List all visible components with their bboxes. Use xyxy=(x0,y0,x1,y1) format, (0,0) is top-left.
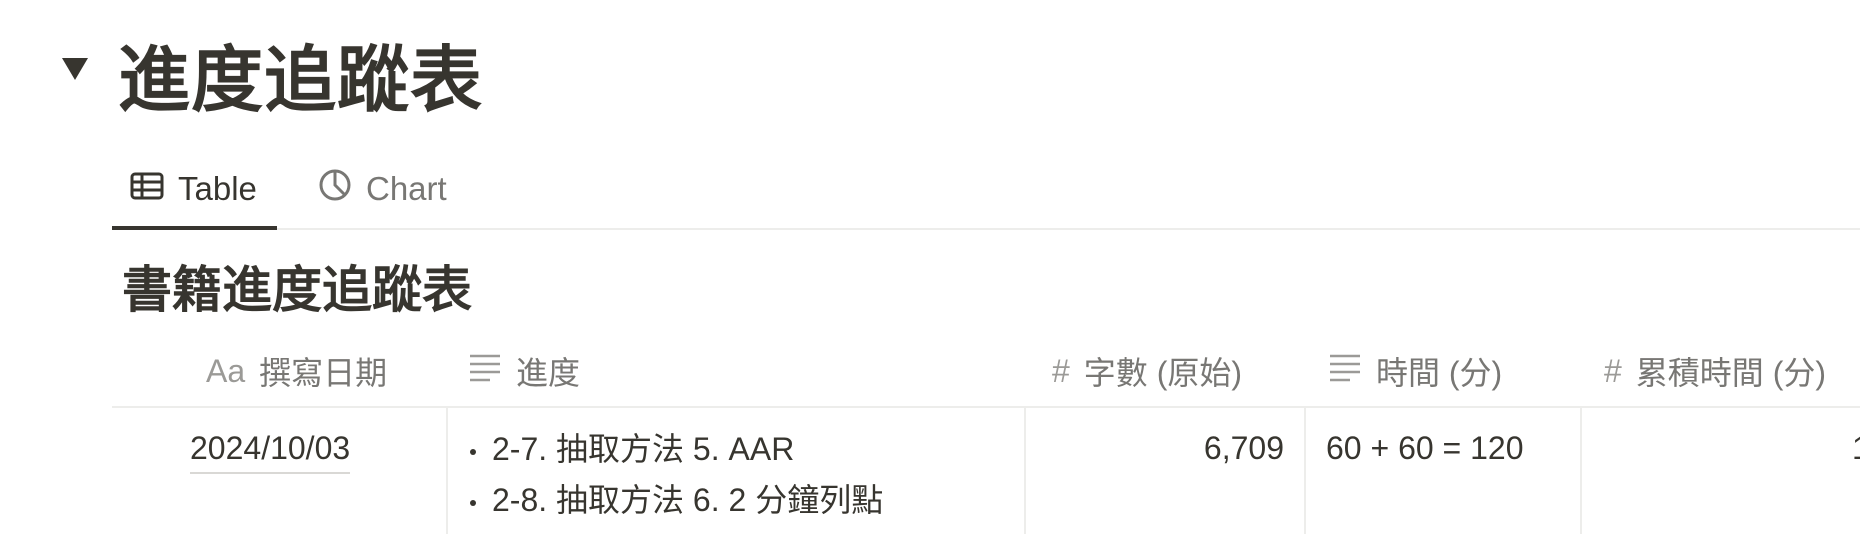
list-item: 2-7. 抽取方法 5. AAR xyxy=(470,424,1024,475)
column-header-words[interactable]: # 字數 (原始) xyxy=(1052,336,1242,406)
table-row: 2024/10/03 2-7. 抽取方法 5. AAR 2-8. 抽取方法 6.… xyxy=(112,408,1860,534)
column-label: 累積時間 (分) xyxy=(1635,355,1827,391)
tab-chart-label: Chart xyxy=(366,170,447,207)
page-title: 進度追蹤表 xyxy=(118,38,484,122)
cumulative-value: 1,060 xyxy=(1852,424,1860,472)
text-lines-icon xyxy=(468,352,502,390)
column-header-time[interactable]: 時間 (分) xyxy=(1328,336,1502,406)
column-header-cumulative-time[interactable]: # 累積時間 (分) xyxy=(1604,336,1826,406)
words-value: 6,709 xyxy=(1203,430,1284,466)
toggle-arrow-icon[interactable] xyxy=(62,58,88,80)
pie-chart-icon xyxy=(318,168,352,210)
number-property-icon: # xyxy=(1052,352,1070,389)
table-header: Aa 撰寫日期 進度 # 字數 (原始) 時間 (分) # 累積時間 (分) xyxy=(112,336,1860,408)
column-header-progress[interactable]: 進度 xyxy=(468,336,580,406)
cell-date[interactable]: 2024/10/03 xyxy=(112,408,448,534)
database-table: Aa 撰寫日期 進度 # 字數 (原始) 時間 (分) # 累積時間 (分) 2… xyxy=(112,336,1860,534)
time-value: 60 + 60 = 120 xyxy=(1326,430,1524,466)
view-tabs: Table Chart xyxy=(112,150,1860,230)
column-header-date[interactable]: Aa 撰寫日期 xyxy=(206,336,387,406)
number-property-icon: # xyxy=(1604,352,1622,389)
cell-words[interactable]: 6,709 xyxy=(1026,408,1306,534)
table-icon xyxy=(130,170,164,208)
column-label: 進度 xyxy=(516,355,581,391)
column-label: 字數 (原始) xyxy=(1083,355,1243,391)
cell-progress[interactable]: 2-7. 抽取方法 5. AAR 2-8. 抽取方法 6. 2 分鐘列點 xyxy=(448,408,1026,534)
cell-cumulative-time[interactable]: 1,060 xyxy=(1582,408,1860,534)
column-label: 時間 (分) xyxy=(1376,355,1503,391)
list-item: 2-8. 抽取方法 6. 2 分鐘列點 xyxy=(470,475,1024,526)
progress-list: 2-7. 抽取方法 5. AAR 2-8. 抽取方法 6. 2 分鐘列點 xyxy=(448,408,1024,526)
tab-chart[interactable]: Chart xyxy=(308,150,457,228)
title-property-icon: Aa xyxy=(206,352,246,389)
date-link[interactable]: 2024/10/03 xyxy=(190,424,351,474)
page: 進度追蹤表 Table Chart 書籍進度追蹤表 Aa 撰寫日期 進度 # 字… xyxy=(0,0,1860,534)
text-lines-icon xyxy=(1328,352,1362,390)
tab-table[interactable]: Table xyxy=(112,150,277,230)
tab-table-label: Table xyxy=(178,170,257,207)
cell-time[interactable]: 60 + 60 = 120 xyxy=(1306,408,1582,534)
column-label: 撰寫日期 xyxy=(259,355,388,391)
view-title: 書籍進度追蹤表 xyxy=(122,261,472,319)
